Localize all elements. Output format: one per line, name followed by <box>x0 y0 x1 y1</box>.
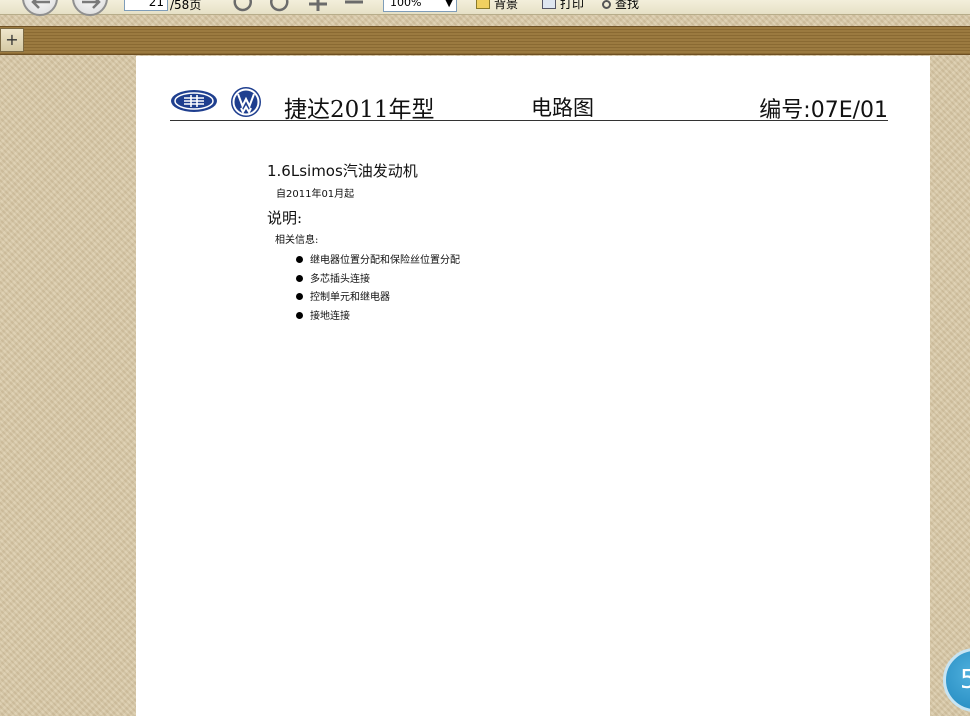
list-item: 接地连接 <box>296 307 460 326</box>
related-info-label: 相关信息: <box>275 235 319 246</box>
document-page: 捷达2011年型 电路图 编号:07E/01 1.6Lsimos汽油发动机 自2… <box>136 56 930 716</box>
engine-heading: 1.6Lsimos汽油发动机 <box>267 162 418 180</box>
zoom-in-icon[interactable] <box>306 0 330 12</box>
bullet-icon <box>296 312 303 320</box>
related-info-list: 继电器位置分配和保险丝位置分配 多芯插头连接 控制单元和继电器 接地连接 <box>296 251 460 326</box>
page-number-input[interactable]: 21 <box>124 0 168 11</box>
document-type-title: 电路图 <box>531 96 594 120</box>
add-tab-button[interactable]: + <box>0 28 24 52</box>
bullet-icon <box>296 274 303 282</box>
vw-logo-icon <box>231 87 261 117</box>
list-item-text: 接地连接 <box>310 311 350 323</box>
forward-button[interactable] <box>72 0 108 16</box>
list-item-text: 多芯插头连接 <box>310 273 370 285</box>
bullet-icon <box>296 256 303 263</box>
background-icon <box>476 0 490 9</box>
zoom-out-icon[interactable] <box>342 0 366 12</box>
printer-icon <box>542 0 556 9</box>
print-label: 打印 <box>560 0 585 11</box>
header-divider <box>170 120 888 121</box>
background-button[interactable]: 背景 <box>476 0 518 12</box>
page-total-label: /58页 <box>170 0 202 12</box>
faw-logo-icon <box>171 90 217 112</box>
list-item: 多芯插头连接 <box>296 270 460 289</box>
find-button[interactable]: 查找 <box>602 0 639 12</box>
explanation-heading: 说明: <box>267 209 303 227</box>
background-label: 背景 <box>494 0 519 11</box>
zoom-value: 100% <box>390 0 422 9</box>
find-label: 查找 <box>615 0 640 11</box>
search-icon <box>602 0 611 9</box>
toolbar: 21 /58页 100% ▼ 背景 打印 查找 <box>0 0 970 16</box>
list-item: 继电器位置分配和保险丝位置分配 <box>296 251 460 270</box>
model-title: 捷达2011年型 <box>284 97 435 123</box>
print-button[interactable]: 打印 <box>542 0 584 12</box>
arrow-left-icon <box>31 0 50 9</box>
bullet-icon <box>296 293 303 301</box>
tab-strip: + <box>0 26 970 55</box>
list-item-text: 控制单元和继电器 <box>310 292 390 304</box>
chevron-down-icon: ▼ <box>445 0 453 9</box>
list-item-text: 继电器位置分配和保险丝位置分配 <box>310 255 460 266</box>
zoom-select[interactable]: 100% ▼ <box>383 0 457 12</box>
arrow-right-icon <box>82 0 101 9</box>
rotate-left-icon[interactable] <box>230 0 256 14</box>
list-item: 控制单元和继电器 <box>296 288 460 307</box>
floating-badge-button[interactable]: 5 <box>943 648 970 712</box>
rotate-right-icon[interactable] <box>266 0 292 14</box>
back-button[interactable] <box>22 0 58 16</box>
effective-date: 自2011年01月起 <box>276 189 355 200</box>
